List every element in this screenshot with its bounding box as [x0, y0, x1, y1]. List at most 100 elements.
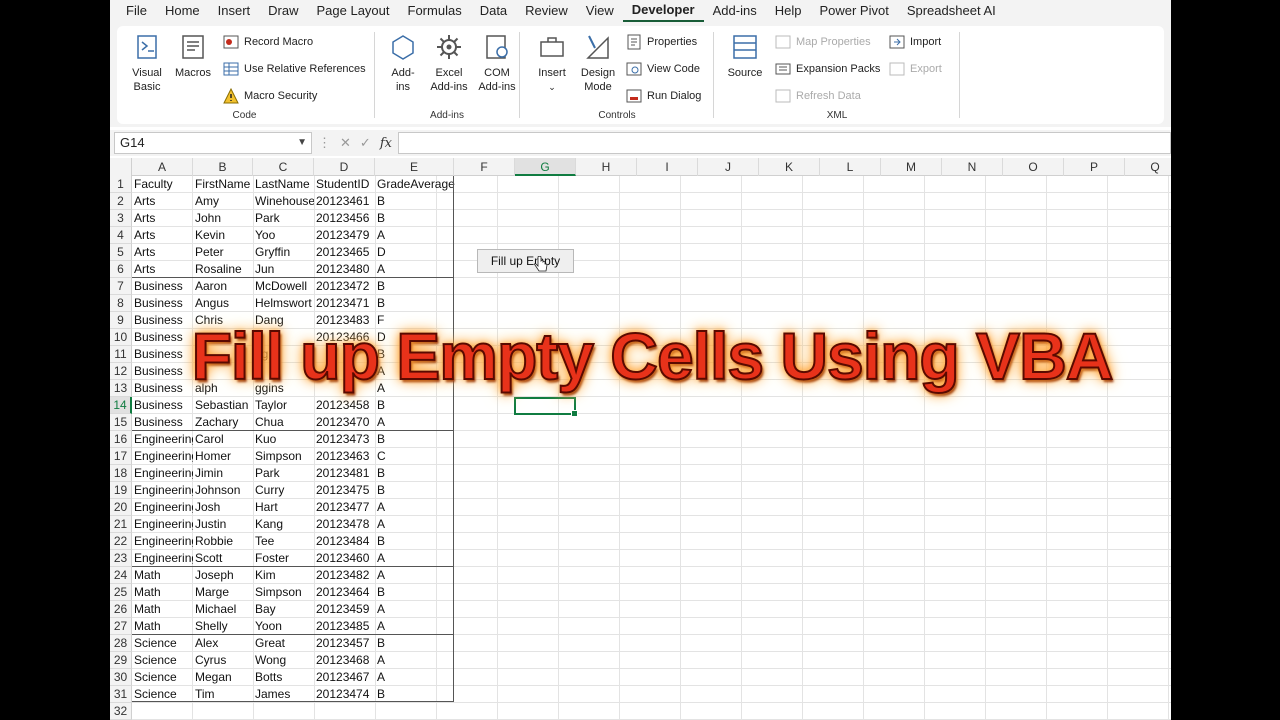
row-header-31[interactable]: 31 — [110, 686, 132, 703]
row-header-14[interactable]: 14 — [110, 397, 132, 414]
column-header-g[interactable]: G — [515, 158, 576, 176]
row-header-29[interactable]: 29 — [110, 652, 132, 669]
cell[interactable]: Cyrus — [193, 652, 253, 669]
cell[interactable]: Megan — [193, 669, 253, 686]
cells-area[interactable]: Faculty FirstName LastName StudentID GradeAv… — [132, 176, 1171, 720]
cell[interactable]: 20123471 — [314, 295, 375, 312]
cell[interactable]: 20123473 — [314, 431, 375, 448]
design-mode-button[interactable]: Design Mode — [576, 32, 620, 94]
cell[interactable]: 20123464 — [314, 584, 375, 601]
active-cell-g14[interactable] — [514, 397, 578, 417]
cell[interactable]: Business — [132, 346, 193, 363]
cell[interactable]: Business — [132, 397, 193, 414]
cell[interactable]: Shelly — [193, 618, 253, 635]
cell[interactable]: 20123484 — [314, 533, 375, 550]
cell[interactable]: 20123481 — [314, 465, 375, 482]
cell[interactable]: 20123472 — [314, 278, 375, 295]
tab-file[interactable]: File — [117, 0, 156, 22]
insert-control-button[interactable]: Insert ⌄ — [530, 32, 574, 94]
cell[interactable]: B — [375, 584, 454, 601]
cell[interactable]: Carol — [193, 431, 253, 448]
cell[interactable] — [314, 363, 375, 380]
tab-help[interactable]: Help — [766, 0, 811, 22]
row-header-23[interactable]: 23 — [110, 550, 132, 567]
cell[interactable]: ggins — [253, 380, 314, 397]
cell[interactable]: Jimin — [193, 465, 253, 482]
import-button[interactable]: Import — [889, 34, 941, 50]
cell[interactable]: Science — [132, 669, 193, 686]
cell[interactable]: Kim — [253, 567, 314, 584]
cell[interactable]: 20123485 — [314, 618, 375, 635]
row-header-4[interactable]: 4 — [110, 227, 132, 244]
row-header-10[interactable]: 10 — [110, 329, 132, 346]
column-header-l[interactable]: L — [820, 158, 881, 176]
tab-view[interactable]: View — [577, 0, 623, 22]
row-header-25[interactable]: 25 — [110, 584, 132, 601]
cell[interactable]: Rosaline — [193, 261, 253, 278]
map-properties-button[interactable]: Map Properties — [775, 34, 871, 50]
cell[interactable]: Math — [132, 601, 193, 618]
cell[interactable]: A — [375, 618, 454, 635]
cell[interactable]: Faculty — [132, 176, 193, 193]
row-header-19[interactable]: 19 — [110, 482, 132, 499]
row-header-5[interactable]: 5 — [110, 244, 132, 261]
cell[interactable]: Chua — [253, 414, 314, 431]
cell[interactable] — [314, 380, 375, 397]
tab-review[interactable]: Review — [516, 0, 577, 22]
cell[interactable]: Science — [132, 686, 193, 703]
more-icon[interactable]: ⋮ — [318, 135, 331, 151]
cell[interactable]: Wong — [253, 652, 314, 669]
cell[interactable]: Curry — [253, 482, 314, 499]
cell[interactable]: Marge — [193, 584, 253, 601]
cell[interactable]: B — [375, 193, 454, 210]
cell[interactable]: Science — [132, 635, 193, 652]
cell[interactable]: A — [375, 414, 454, 431]
cell[interactable]: Park — [253, 465, 314, 482]
cell[interactable]: Taylor — [253, 397, 314, 414]
column-header-f[interactable]: F — [454, 158, 515, 176]
cell[interactable]: B — [375, 210, 454, 227]
cell[interactable]: A — [375, 227, 454, 244]
enter-icon[interactable]: ✓ — [360, 135, 371, 151]
cell[interactable]: 20123457 — [314, 635, 375, 652]
cell[interactable]: Sebastian — [193, 397, 253, 414]
cell[interactable]: A — [375, 550, 454, 567]
row-header-3[interactable]: 3 — [110, 210, 132, 227]
row-header-12[interactable]: 12 — [110, 363, 132, 380]
visual-basic-button[interactable]: Visual Basic — [127, 32, 167, 94]
add-ins-button[interactable]: Add-ins — [385, 32, 421, 94]
cell[interactable]: Tee — [253, 533, 314, 550]
cell[interactable]: A — [375, 567, 454, 584]
cell[interactable]: Business — [132, 414, 193, 431]
cell[interactable]: 20123466 — [314, 329, 375, 346]
row-header-24[interactable]: 24 — [110, 567, 132, 584]
row-header-26[interactable]: 26 — [110, 601, 132, 618]
tab-spreadsheet-ai[interactable]: Spreadsheet AI — [898, 0, 1005, 22]
cell[interactable]: Science — [132, 652, 193, 669]
cell[interactable]: Engineering — [132, 550, 193, 567]
row-header-15[interactable]: 15 — [110, 414, 132, 431]
tab-data[interactable]: Data — [471, 0, 516, 22]
row-header-6[interactable]: 6 — [110, 261, 132, 278]
row-header-7[interactable]: 7 — [110, 278, 132, 295]
row-header-22[interactable]: 22 — [110, 533, 132, 550]
cell[interactable]: A — [375, 516, 454, 533]
select-all-corner[interactable] — [110, 158, 132, 176]
column-header-k[interactable]: K — [759, 158, 820, 176]
cell[interactable]: Alex — [193, 635, 253, 652]
cell[interactable]: Engineering — [132, 482, 193, 499]
tab-insert[interactable]: Insert — [209, 0, 260, 22]
cell[interactable]: 20123483 — [314, 312, 375, 329]
cell[interactable]: Aaron — [193, 278, 253, 295]
column-header-i[interactable]: I — [637, 158, 698, 176]
cell[interactable]: Josh — [193, 499, 253, 516]
cell[interactable]: Math — [132, 618, 193, 635]
cell[interactable]: Business — [132, 295, 193, 312]
cell[interactable]: 20123460 — [314, 550, 375, 567]
cell[interactable]: A — [375, 363, 454, 380]
excel-add-ins-button[interactable]: Excel Add-ins — [427, 32, 471, 94]
column-header-n[interactable]: N — [942, 158, 1003, 176]
use-relative-references-button[interactable]: Use Relative References — [223, 61, 366, 77]
cell[interactable]: 20123463 — [314, 448, 375, 465]
tab-power-pivot[interactable]: Power Pivot — [810, 0, 897, 22]
